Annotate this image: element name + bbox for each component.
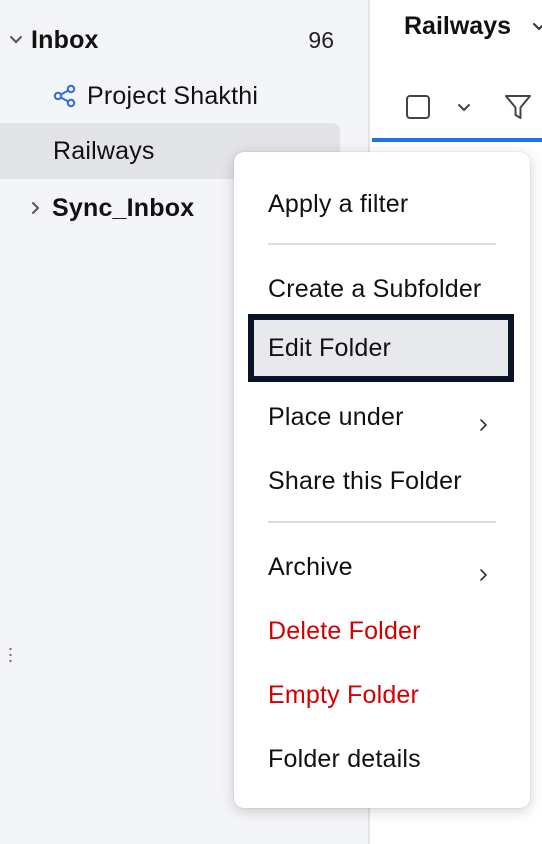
menu-item-archive[interactable]: Archive bbox=[234, 537, 530, 597]
chevron-down-icon[interactable] bbox=[456, 100, 472, 116]
folder-inbox[interactable]: Inbox 96 bbox=[0, 12, 370, 68]
filter-icon[interactable] bbox=[503, 92, 533, 122]
menu-item-label: Edit Folder bbox=[268, 333, 392, 362]
folder-sync-inbox-label: Sync_Inbox bbox=[52, 193, 195, 222]
menu-item-label: Place under bbox=[268, 402, 404, 431]
mail-app-window: Inbox 96 Project Shakthi Railways Sync_I… bbox=[0, 0, 542, 844]
menu-item-label: Empty Folder bbox=[268, 680, 420, 709]
folder-inbox-label: Inbox bbox=[31, 25, 99, 54]
menu-divider bbox=[268, 521, 496, 523]
menu-item-apply-filter[interactable]: Apply a filter bbox=[234, 174, 530, 234]
chevron-right-icon bbox=[478, 410, 490, 431]
folder-project-shakthi[interactable]: Project Shakthi bbox=[0, 68, 370, 124]
select-all-checkbox[interactable] bbox=[406, 95, 430, 119]
menu-item-label: Share this Folder bbox=[268, 466, 462, 495]
chevron-right-icon[interactable] bbox=[26, 198, 46, 218]
chevron-right-icon bbox=[478, 560, 490, 581]
menu-item-label: Folder details bbox=[268, 744, 421, 773]
menu-item-share-folder[interactable]: Share this Folder bbox=[234, 451, 530, 511]
resize-handle[interactable] bbox=[9, 646, 12, 664]
menu-item-edit-folder[interactable]: Edit Folder bbox=[248, 314, 514, 382]
chevron-down-icon[interactable] bbox=[6, 30, 26, 50]
unread-count-badge: 96 bbox=[308, 26, 334, 53]
folder-railways-label: Railways bbox=[53, 136, 155, 165]
chevron-down-icon[interactable] bbox=[532, 20, 542, 34]
list-title: Railways bbox=[404, 12, 512, 40]
menu-item-folder-details[interactable]: Folder details bbox=[234, 729, 530, 789]
menu-item-label: Delete Folder bbox=[268, 616, 421, 645]
folder-context-menu: Apply a filter Create a Subfolder Edit F… bbox=[234, 152, 530, 808]
menu-item-empty-folder[interactable]: Empty Folder bbox=[234, 665, 530, 725]
menu-item-label: Archive bbox=[268, 552, 353, 581]
menu-item-label: Apply a filter bbox=[268, 189, 409, 218]
menu-divider bbox=[268, 243, 496, 245]
folder-project-shakthi-label: Project Shakthi bbox=[87, 81, 259, 110]
menu-item-place-under[interactable]: Place under bbox=[234, 387, 530, 447]
menu-item-label: Create a Subfolder bbox=[268, 274, 482, 303]
header-accent-bar bbox=[372, 138, 542, 142]
menu-item-create-subfolder[interactable]: Create a Subfolder bbox=[234, 259, 530, 319]
share-icon bbox=[52, 83, 78, 109]
menu-item-delete-folder[interactable]: Delete Folder bbox=[234, 601, 530, 661]
